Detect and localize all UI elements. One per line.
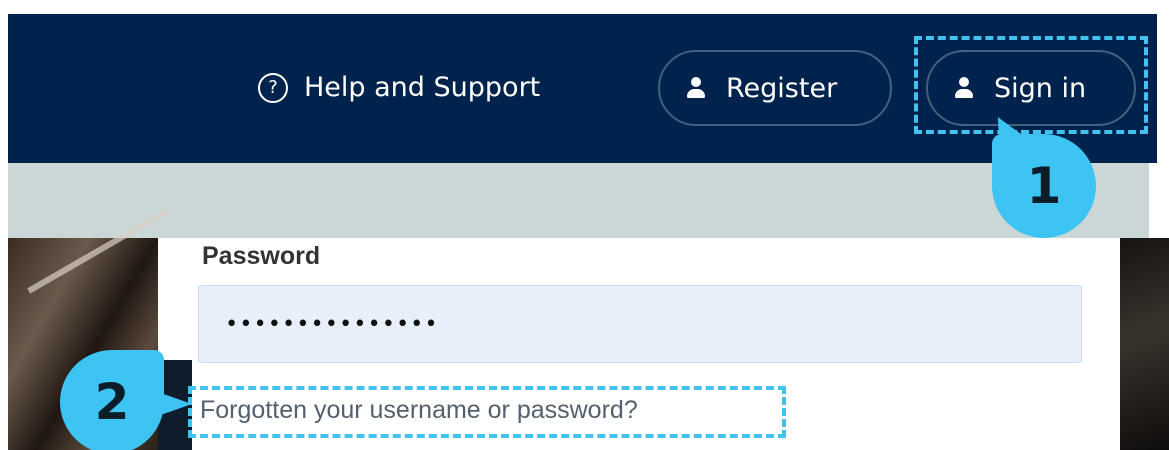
background-photo-right xyxy=(1120,238,1169,450)
step-1-number: 1 xyxy=(1026,157,1062,215)
user-icon xyxy=(686,77,706,99)
register-label: Register xyxy=(726,72,838,104)
help-and-support-label: Help and Support xyxy=(304,72,541,103)
screenshot-stage: ? Help and Support Register Sign in 1 Pa… xyxy=(0,0,1169,450)
password-label: Password xyxy=(202,242,321,270)
grey-divider-strip xyxy=(8,163,1149,238)
help-and-support-link[interactable]: ? Help and Support xyxy=(258,72,540,103)
step-2-number: 2 xyxy=(94,373,130,431)
step-1-badge: 1 xyxy=(992,134,1096,238)
sign-in-highlight-box xyxy=(914,36,1148,134)
step-2-badge: 2 xyxy=(60,350,192,450)
question-circle-icon: ? xyxy=(258,72,288,103)
password-input[interactable]: ••••••••••••••• xyxy=(198,285,1082,363)
register-button[interactable]: Register xyxy=(658,50,892,126)
forgot-link-highlight-box xyxy=(188,386,786,438)
